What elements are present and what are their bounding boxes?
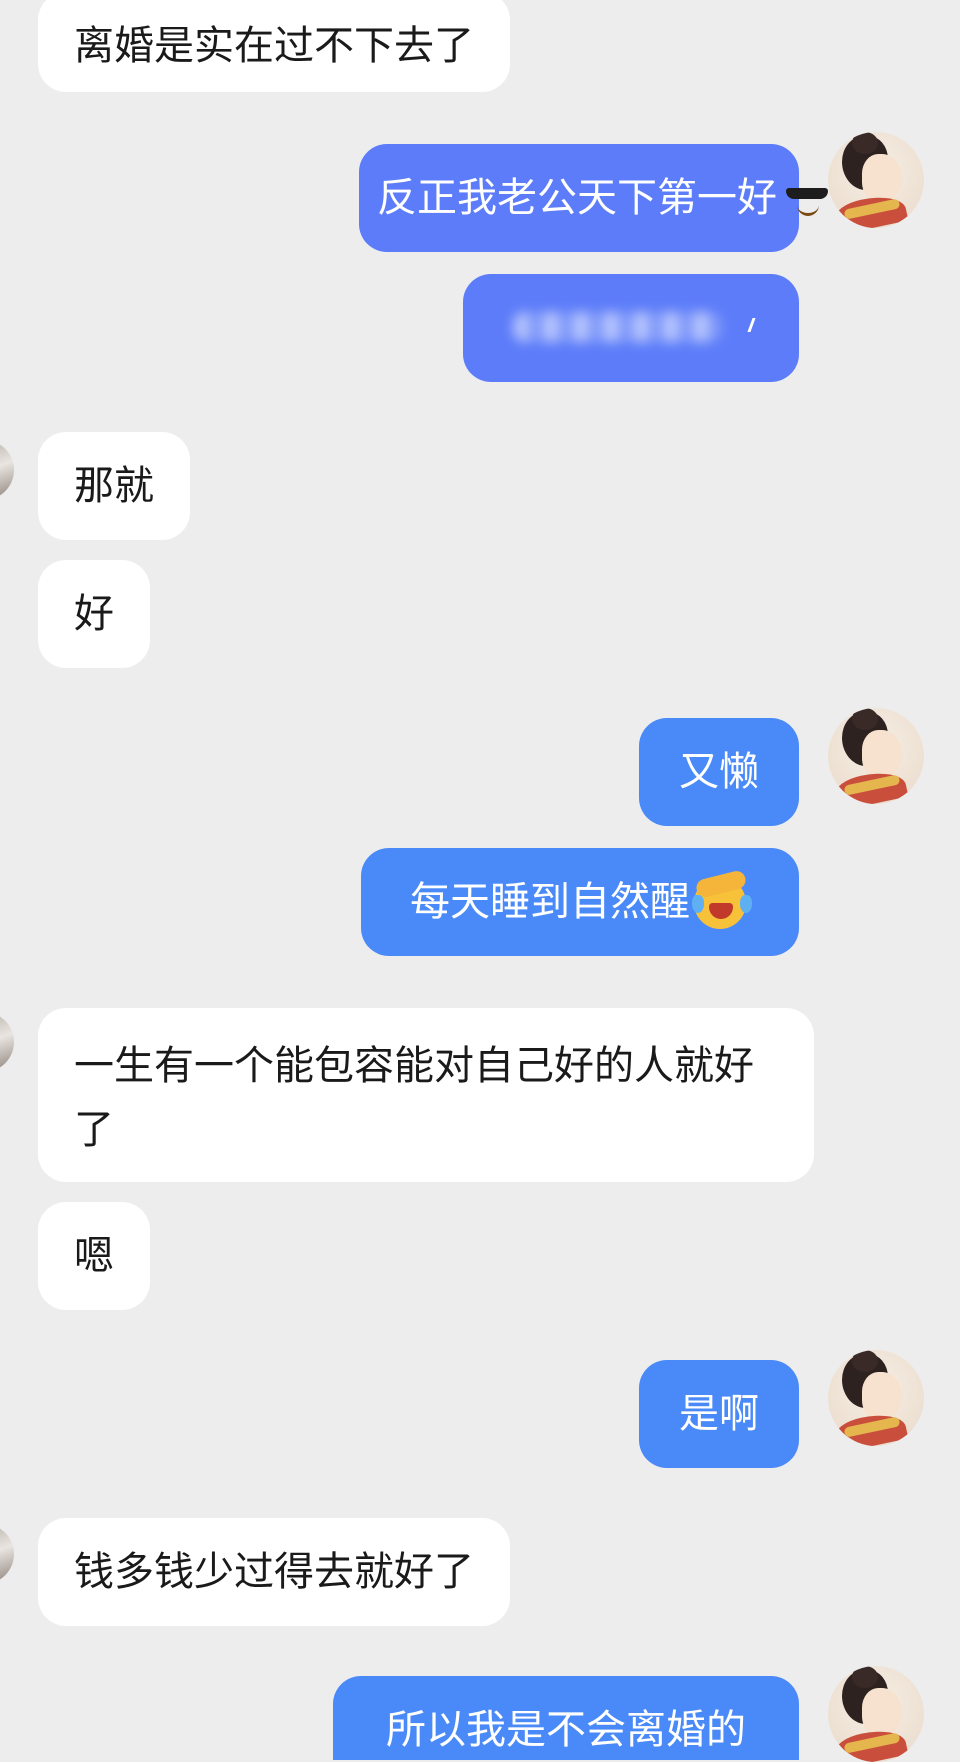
message-text: 那就 bbox=[74, 463, 154, 509]
avatar-other[interactable] bbox=[0, 1012, 14, 1072]
avatar-hair-bun bbox=[852, 708, 878, 730]
avatar-face bbox=[862, 1688, 902, 1736]
sunglasses-icon bbox=[786, 188, 828, 199]
tear-left bbox=[692, 895, 704, 913]
message-bubble-incoming[interactable]: 离婚是实在过不下去了 bbox=[38, 0, 510, 92]
avatar-self[interactable] bbox=[828, 1666, 924, 1762]
message-text: 好 bbox=[74, 591, 114, 637]
message-bubble-incoming[interactable]: 那就 bbox=[38, 432, 190, 540]
message-text: 是啊 bbox=[679, 1391, 759, 1437]
facepalm-laugh-emoji bbox=[692, 869, 752, 929]
message-bubble-outgoing[interactable]: 所以我是不会离婚的 bbox=[333, 1676, 799, 1760]
message-bubble-incoming[interactable]: 嗯 bbox=[38, 1202, 150, 1310]
message-text: 一生有一个能包容能对自己好的人就好了 bbox=[74, 1043, 754, 1153]
avatar-face bbox=[862, 154, 902, 202]
message-bubble-outgoing-blurred[interactable] bbox=[463, 274, 799, 382]
avatar-self[interactable] bbox=[828, 132, 924, 228]
message-bubble-incoming[interactable]: 好 bbox=[38, 560, 150, 668]
smile-icon bbox=[797, 203, 819, 216]
message-text: 嗯 bbox=[74, 1233, 114, 1279]
tear-right bbox=[740, 895, 752, 913]
blurred-content bbox=[513, 312, 723, 342]
avatar-hair-bun bbox=[852, 1666, 878, 1688]
message-text: 反正我老公天下第一好 bbox=[377, 175, 777, 221]
blurred-content-tail bbox=[747, 318, 766, 332]
message-bubble-incoming[interactable]: 一生有一个能包容能对自己好的人就好了 bbox=[38, 1008, 814, 1182]
message-bubble-outgoing[interactable]: 又懒 bbox=[639, 718, 799, 826]
message-bubble-outgoing[interactable]: 是啊 bbox=[639, 1360, 799, 1468]
message-text: 钱多钱少过得去就好了 bbox=[74, 1549, 474, 1595]
avatar-self[interactable] bbox=[828, 708, 924, 804]
message-text: 所以我是不会离婚的 bbox=[386, 1707, 746, 1753]
avatar-other[interactable] bbox=[0, 1524, 14, 1584]
avatar-hair-bun bbox=[852, 132, 878, 154]
avatar-face bbox=[862, 730, 902, 778]
message-bubble-outgoing[interactable]: 反正我老公天下第一好 bbox=[359, 144, 828, 252]
message-text: 又懒 bbox=[679, 749, 759, 795]
avatar-face bbox=[862, 1372, 902, 1420]
avatar-hair-bun bbox=[852, 1350, 878, 1372]
message-bubble-outgoing[interactable]: 每天睡到自然醒 bbox=[361, 848, 799, 956]
avatar-self[interactable] bbox=[828, 1350, 924, 1446]
message-text: 每天睡到自然醒 bbox=[410, 879, 690, 925]
message-bubble-incoming[interactable]: 钱多钱少过得去就好了 bbox=[38, 1518, 510, 1626]
avatar-other[interactable] bbox=[0, 440, 14, 500]
message-text: 离婚是实在过不下去了 bbox=[74, 23, 474, 69]
